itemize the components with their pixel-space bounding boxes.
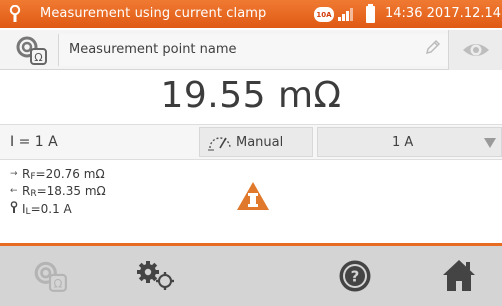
settings-button[interactable] (124, 246, 188, 306)
il-subscript: L (25, 206, 31, 217)
clamp-meter-icon: Ω (16, 36, 47, 65)
mode-button[interactable]: Manual (199, 127, 313, 157)
mode-label: Manual (236, 135, 284, 150)
clamp-meter-icon: Ω (34, 261, 67, 292)
pencil-icon[interactable] (424, 38, 442, 56)
bottom-toolbar: Ω ? (0, 246, 502, 306)
rr-subscript: R (30, 189, 37, 199)
main-measurement-value: 19.55 mΩ (160, 75, 342, 116)
svg-text:?: ? (351, 268, 360, 286)
result-rr: ← R R =18.35 mΩ (10, 184, 106, 199)
svg-text:Ω: Ω (34, 51, 42, 64)
measurement-point-name-field[interactable]: Measurement point name (58, 34, 448, 66)
clamp-meter-nav-button[interactable]: Ω (20, 246, 80, 306)
arrow-right-icon: → (10, 169, 18, 179)
status-title: Measurement using current clamp (40, 6, 267, 21)
rf-value: =20.76 mΩ (35, 167, 105, 181)
il-value: =0.1 A (30, 201, 72, 216)
triangle-down-icon (484, 138, 496, 148)
battery-icon (366, 4, 375, 23)
status-clock: 14:36 2017.12.14 (385, 6, 502, 21)
current-range-select[interactable]: 1 A (317, 127, 502, 157)
clamp-small-icon (10, 201, 22, 216)
clamp-range-badge: 10A (314, 7, 334, 22)
arrow-left-icon: ← (10, 186, 18, 196)
range-value: 1 A (392, 135, 414, 150)
warning-icon (237, 182, 269, 210)
manual-dial-icon (208, 137, 231, 151)
help-button[interactable]: ? (326, 246, 386, 306)
test-current-label: I = 1 A (10, 134, 58, 150)
signal-icon (338, 8, 353, 21)
help-icon: ? (339, 260, 371, 292)
status-bar: Measurement using current clamp 10A 14:3… (0, 0, 502, 28)
rf-label: R (22, 167, 31, 181)
rr-value: =18.35 mΩ (36, 184, 106, 198)
rf-subscript: F (30, 172, 36, 182)
home-icon (443, 260, 475, 291)
settings-icon (137, 261, 174, 290)
point-name-placeholder: Measurement point name (69, 42, 237, 57)
home-button[interactable] (430, 246, 490, 306)
result-rf: → R F =20.76 mΩ (10, 167, 105, 182)
settings-row: I = 1 A Manual 1 A (0, 124, 502, 160)
eye-icon (463, 44, 489, 56)
view-toggle-button[interactable] (448, 30, 502, 70)
clamp-app-icon (9, 5, 21, 22)
result-il: I L =0.1 A (10, 201, 72, 217)
rr-label: R (22, 184, 31, 198)
svg-text:Ω: Ω (53, 277, 62, 291)
